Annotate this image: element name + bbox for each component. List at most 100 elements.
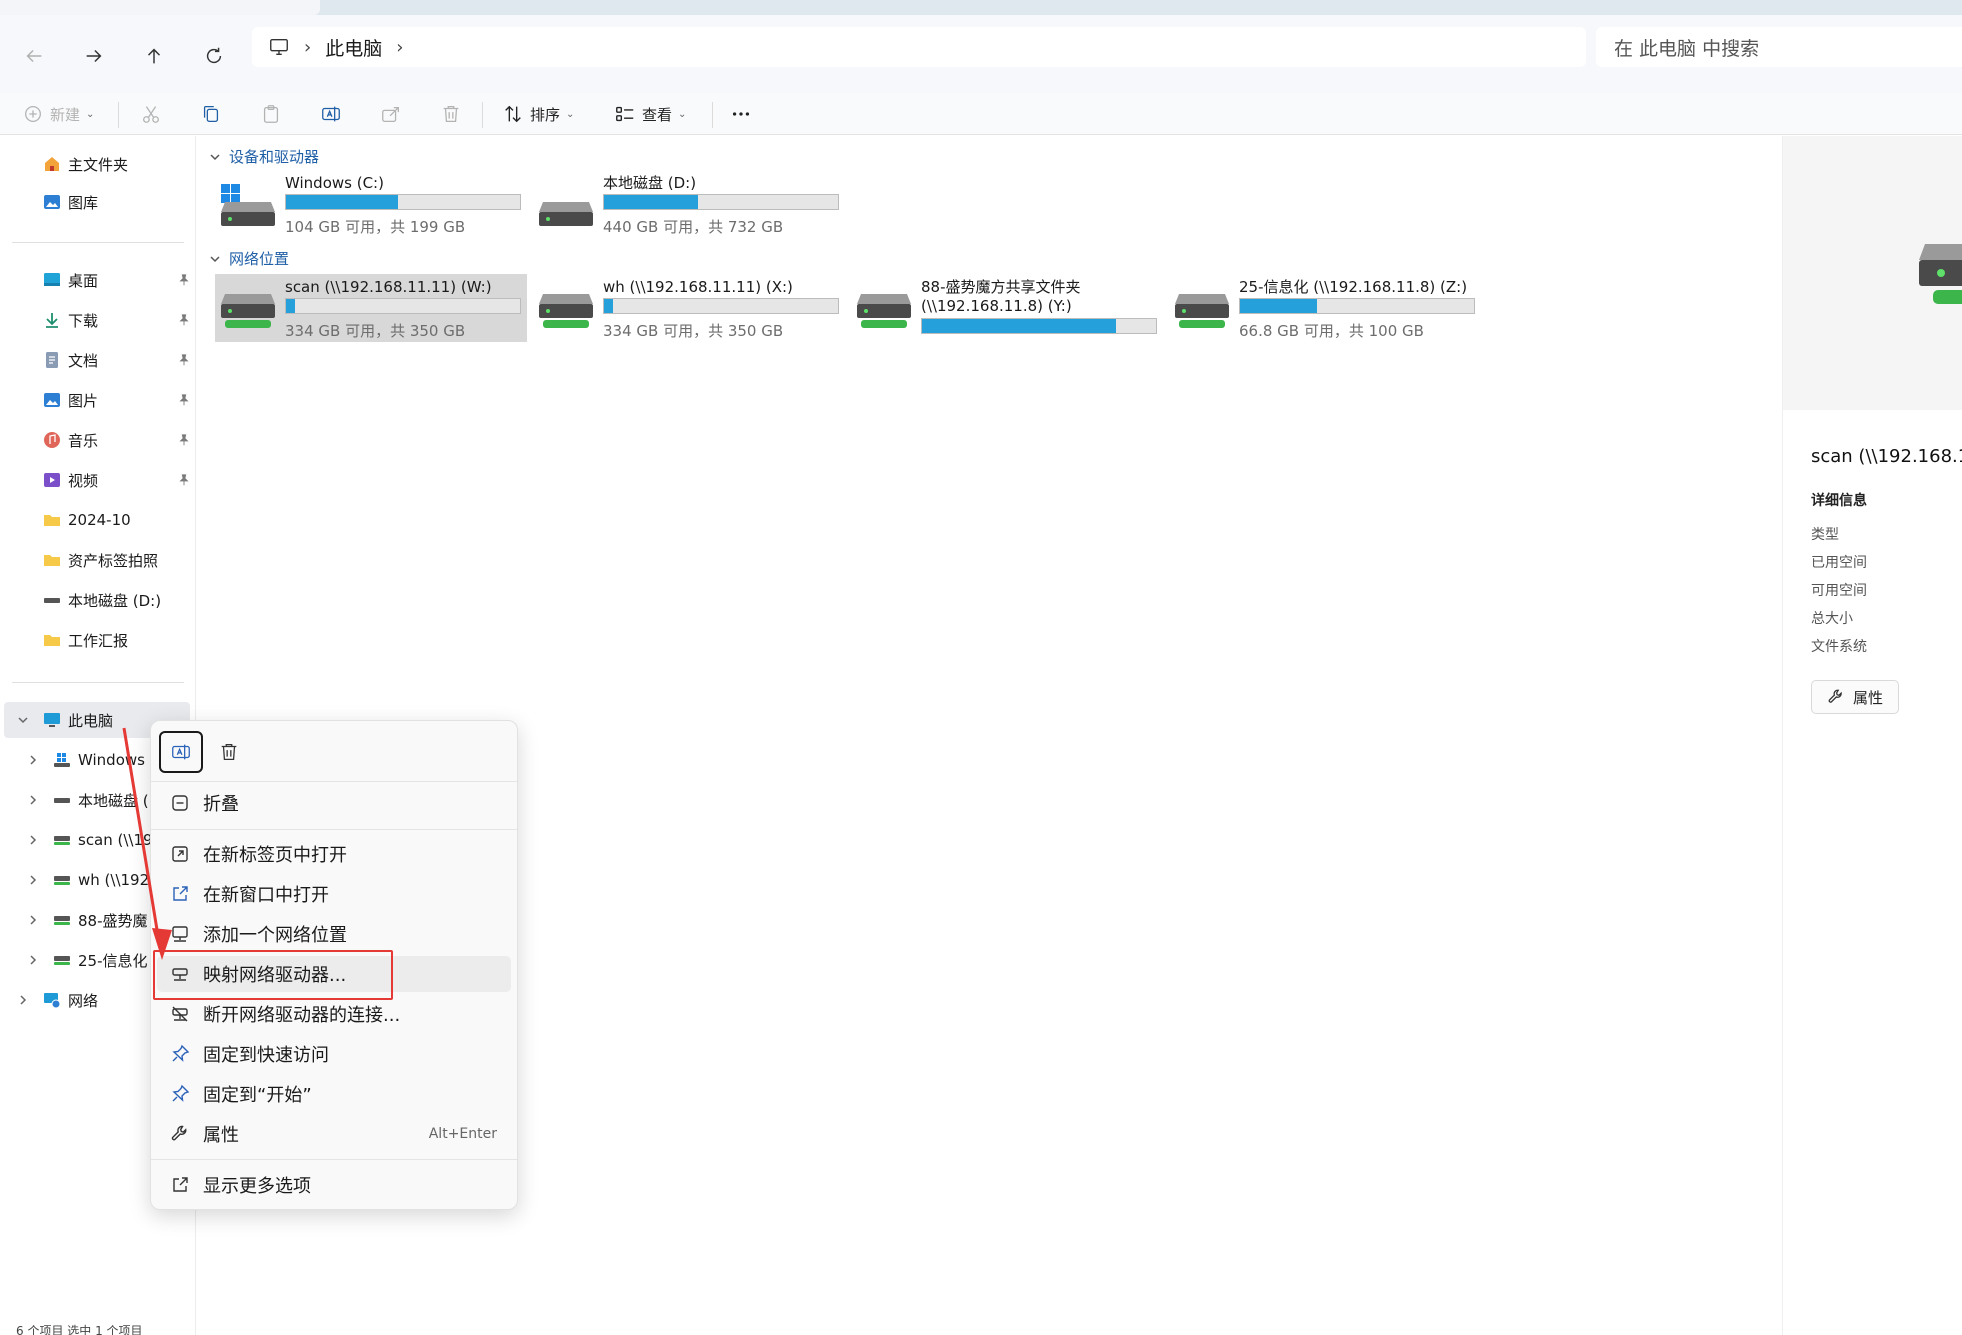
chevron-right-icon[interactable] xyxy=(16,993,30,1007)
chevron-down-icon: ⌄ xyxy=(566,108,575,120)
network-drive-icon xyxy=(52,910,72,930)
drive-name: scan (\\192.168.11.11) (W:) xyxy=(285,278,492,296)
drive-usage-bar xyxy=(285,194,521,210)
chevron-right-icon[interactable] xyxy=(26,913,40,927)
pin-icon xyxy=(169,1083,191,1105)
menu-item-open-new-window[interactable]: 在新窗口中打开 xyxy=(157,876,511,912)
address-bar[interactable]: › 此电脑 › xyxy=(252,27,1586,67)
sidebar-item-drive-d[interactable]: 本地磁盘 (D:) xyxy=(0,582,196,618)
rename-button[interactable] xyxy=(320,93,342,135)
more-button[interactable] xyxy=(730,93,752,135)
refresh-icon xyxy=(206,47,222,64)
group-header-devices[interactable]: 设备和驱动器 xyxy=(209,146,319,167)
chevron-right-icon[interactable] xyxy=(26,793,40,807)
sidebar-item-downloads[interactable]: 下载 xyxy=(0,302,196,338)
menu-item-label: 固定到快速访问 xyxy=(203,1045,329,1066)
menu-item-label: 添加一个网络位置 xyxy=(203,925,347,946)
refresh-button[interactable] xyxy=(196,38,232,74)
sidebar-item-label: 本地磁盘 (D:) xyxy=(68,591,162,610)
sidebar-item-music[interactable]: 音乐 xyxy=(0,422,196,458)
chevron-down-icon[interactable] xyxy=(16,713,30,727)
search-input[interactable]: 在 此电脑 中搜索 xyxy=(1596,27,1962,67)
sidebar-item-documents[interactable]: 文档 xyxy=(0,342,196,378)
chevron-right-icon[interactable] xyxy=(26,753,40,767)
sidebar-item-desktop[interactable]: 桌面 xyxy=(0,262,196,298)
breadcrumb-chevron-icon[interactable]: › xyxy=(396,37,403,58)
rename-quick-button[interactable] xyxy=(159,731,203,773)
more-options-icon xyxy=(169,1174,191,1196)
breadcrumb-this-pc[interactable]: 此电脑 xyxy=(325,34,382,61)
sidebar-item-label: 图片 xyxy=(68,391,99,410)
network-drive-tile-x[interactable]: wh (\\192.168.11.11) (X:) 334 GB 可用，共 35… xyxy=(533,274,845,342)
paste-button[interactable] xyxy=(260,93,282,135)
chevron-right-icon[interactable] xyxy=(26,953,40,967)
menu-item-disconnect-network-drive[interactable]: 断开网络驱动器的连接... xyxy=(157,996,511,1032)
sort-button[interactable]: 排序 ⌄ xyxy=(502,93,574,135)
copy-button[interactable] xyxy=(200,93,222,135)
status-bar: 6 个项目 选中 1 个项目 xyxy=(16,1324,143,1335)
menu-item-label: 在新标签页中打开 xyxy=(203,845,347,866)
divider xyxy=(712,102,713,128)
collapse-icon xyxy=(169,792,191,814)
chevron-right-icon[interactable] xyxy=(26,833,40,847)
view-button[interactable]: 查看 ⌄ xyxy=(614,93,686,135)
divider xyxy=(151,1159,517,1160)
breadcrumb-chevron-icon[interactable]: › xyxy=(304,37,311,58)
divider xyxy=(12,242,184,243)
menu-item-label: 显示更多选项 xyxy=(203,1176,311,1197)
menu-item-properties[interactable]: 属性 Alt+Enter xyxy=(157,1116,511,1152)
chevron-down-icon: ⌄ xyxy=(86,108,95,120)
drive-tile-d[interactable]: 本地磁盘 (D:) 440 GB 可用，共 732 GB xyxy=(533,170,845,238)
sidebar-item-home[interactable]: 主文件夹 xyxy=(0,146,196,182)
menu-item-open-new-tab[interactable]: 在新标签页中打开 xyxy=(157,836,511,872)
forward-button[interactable] xyxy=(76,38,112,74)
menu-item-add-network-location[interactable]: 添加一个网络位置 xyxy=(157,916,511,952)
drive-tile-c[interactable]: Windows (C:) 104 GB 可用，共 199 GB xyxy=(215,170,527,238)
network-drive-icon xyxy=(52,950,72,970)
new-button[interactable]: 新建 ⌄ xyxy=(22,93,94,135)
cut-button[interactable] xyxy=(140,93,162,135)
pin-icon[interactable] xyxy=(177,313,191,327)
sidebar-item-label: 网络 xyxy=(68,991,99,1010)
sidebar-item-pictures[interactable]: 图片 xyxy=(0,382,196,418)
menu-item-show-more-options[interactable]: 显示更多选项 xyxy=(157,1167,511,1203)
active-tab[interactable] xyxy=(0,0,320,15)
back-button[interactable] xyxy=(16,38,52,74)
menu-item-pin-start[interactable]: 固定到“开始” xyxy=(157,1076,511,1112)
sidebar-item-gallery[interactable]: 图库 xyxy=(0,184,196,220)
disconnect-drive-icon xyxy=(169,1003,191,1025)
pin-icon xyxy=(169,1043,191,1065)
sidebar-item-folder-work-report[interactable]: 工作汇报 xyxy=(0,622,196,658)
menu-item-label: 属性 xyxy=(203,1125,239,1146)
pin-icon[interactable] xyxy=(177,353,191,367)
chevron-down-icon xyxy=(210,255,220,262)
menu-item-pin-quick-access[interactable]: 固定到快速访问 xyxy=(157,1036,511,1072)
group-header-network[interactable]: 网络位置 xyxy=(209,248,289,269)
pin-icon[interactable] xyxy=(177,273,191,287)
delete-quick-button[interactable] xyxy=(207,731,251,773)
menu-item-collapse[interactable]: 折叠 xyxy=(157,785,511,821)
up-button[interactable] xyxy=(136,38,172,74)
drive-name: 88-盛势魔方共享文件夹 xyxy=(921,278,1081,296)
wrench-icon xyxy=(1828,689,1842,703)
network-drive-tile-y[interactable]: 88-盛势魔方共享文件夹 (\\192.168.11.8) (Y:) xyxy=(851,274,1163,342)
navigation-bar: › 此电脑 › 在 此电脑 中搜索 xyxy=(0,15,1962,93)
network-drive-tile-w[interactable]: scan (\\192.168.11.11) (W:) 334 GB 可用，共 … xyxy=(215,274,527,342)
drive-usage-bar xyxy=(285,298,521,314)
network-drive-tile-z[interactable]: 25-信息化 (\\192.168.11.8) (Z:) 66.8 GB 可用，… xyxy=(1169,274,1481,342)
sidebar-item-videos[interactable]: 视频 xyxy=(0,462,196,498)
sidebar-item-folder-2024-10[interactable]: 2024-10 xyxy=(0,502,196,538)
sidebar-item-label: 此电脑 xyxy=(68,711,114,730)
sidebar-item-label: 下载 xyxy=(68,311,99,330)
open-new-window-icon xyxy=(169,883,191,905)
share-button[interactable] xyxy=(380,93,402,135)
pin-icon[interactable] xyxy=(177,433,191,447)
properties-button[interactable]: 属性 xyxy=(1811,680,1899,714)
pin-icon[interactable] xyxy=(177,393,191,407)
download-icon xyxy=(42,310,62,330)
sidebar-item-folder-asset-photos[interactable]: 资产标签拍照 xyxy=(0,542,196,578)
network-drive-icon xyxy=(1919,244,1962,304)
pin-icon[interactable] xyxy=(177,473,191,487)
chevron-right-icon[interactable] xyxy=(26,873,40,887)
delete-button[interactable] xyxy=(440,93,462,135)
